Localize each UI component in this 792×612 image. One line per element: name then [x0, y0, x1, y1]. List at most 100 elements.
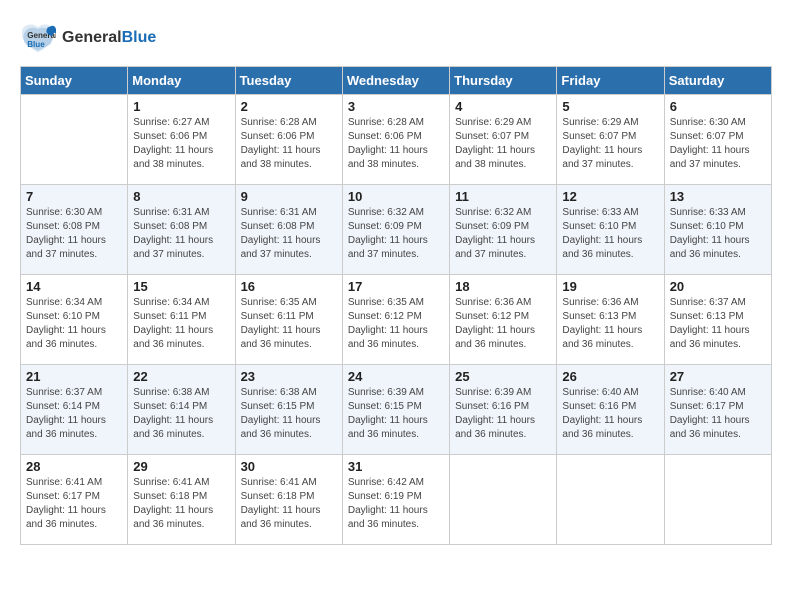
day-number: 16	[241, 279, 337, 294]
day-info: Sunrise: 6:33 AMSunset: 6:10 PMDaylight:…	[670, 206, 766, 262]
day-number: 23	[241, 369, 337, 384]
calendar-cell: 21Sunrise: 6:37 AMSunset: 6:14 PMDayligh…	[21, 365, 128, 455]
day-info: Sunrise: 6:34 AMSunset: 6:11 PMDaylight:…	[133, 296, 229, 352]
calendar-week-4: 21Sunrise: 6:37 AMSunset: 6:14 PMDayligh…	[21, 365, 772, 455]
day-info: Sunrise: 6:32 AMSunset: 6:09 PMDaylight:…	[455, 206, 551, 262]
calendar-cell: 11 Sunrise: 6:32 AMSunset: 6:09 PMDayligh…	[450, 185, 557, 275]
calendar-cell: 4 Sunrise: 6:29 AMSunset: 6:07 PMDaylight…	[450, 95, 557, 185]
day-info: Sunrise: 6:31 AMSunset: 6:08 PMDaylight:…	[241, 206, 337, 262]
calendar-cell: 6 Sunrise: 6:30 AMSunset: 6:07 PMDaylight…	[664, 95, 771, 185]
calendar-table: SundayMondayTuesdayWednesdayThursdayFrid…	[20, 66, 772, 545]
calendar-cell: 7 Sunrise: 6:30 AMSunset: 6:08 PMDaylight…	[21, 185, 128, 275]
day-info: Sunrise: 6:28 AMSunset: 6:06 PMDaylight:…	[241, 116, 337, 172]
day-info: Sunrise: 6:41 AMSunset: 6:18 PMDaylight:…	[241, 476, 337, 532]
page-header: General Blue GeneralBlue	[20, 20, 772, 56]
day-number: 15	[133, 279, 229, 294]
calendar-cell: 19 Sunrise: 6:36 AMSunset: 6:13 PMDayligh…	[557, 275, 664, 365]
day-info: Sunrise: 6:40 AMSunset: 6:16 PMDaylight:…	[562, 386, 658, 442]
calendar-cell: 18 Sunrise: 6:36 AMSunset: 6:12 PMDayligh…	[450, 275, 557, 365]
day-number: 18	[455, 279, 551, 294]
calendar-cell	[664, 455, 771, 545]
calendar-cell: 8 Sunrise: 6:31 AMSunset: 6:08 PMDaylight…	[128, 185, 235, 275]
day-info: Sunrise: 6:27 AMSunset: 6:06 PMDaylight:…	[133, 116, 229, 172]
day-info: Sunrise: 6:30 AMSunset: 6:08 PMDaylight:…	[26, 206, 122, 262]
day-info: Sunrise: 6:36 AMSunset: 6:12 PMDaylight:…	[455, 296, 551, 352]
calendar-cell: 29 Sunrise: 6:41 AMSunset: 6:18 PMDayligh…	[128, 455, 235, 545]
calendar-cell: 9 Sunrise: 6:31 AMSunset: 6:08 PMDaylight…	[235, 185, 342, 275]
day-info: Sunrise: 6:31 AMSunset: 6:08 PMDaylight:…	[133, 206, 229, 262]
day-number: 1	[133, 99, 229, 114]
calendar-cell: 25 Sunrise: 6:39 AMSunset: 6:16 PMDayligh…	[450, 365, 557, 455]
day-number: 11	[455, 189, 551, 204]
header-monday: Monday	[128, 67, 235, 95]
day-number: 20	[670, 279, 766, 294]
calendar-cell	[450, 455, 557, 545]
day-info: Sunrise: 6:34 AMSunset: 6:10 PMDaylight:…	[26, 296, 122, 352]
header-thursday: Thursday	[450, 67, 557, 95]
day-info: Sunrise: 6:37 AMSunset: 6:13 PMDaylight:…	[670, 296, 766, 352]
header-saturday: Saturday	[664, 67, 771, 95]
calendar-cell: 13Sunrise: 6:33 AMSunset: 6:10 PMDayligh…	[664, 185, 771, 275]
calendar-week-3: 14 Sunrise: 6:34 AMSunset: 6:10 PMDayligh…	[21, 275, 772, 365]
day-number: 6	[670, 99, 766, 114]
day-info: Sunrise: 6:32 AMSunset: 6:09 PMDaylight:…	[348, 206, 444, 262]
calendar-week-1: 1 Sunrise: 6:27 AMSunset: 6:06 PMDaylight…	[21, 95, 772, 185]
calendar-cell: 30 Sunrise: 6:41 AMSunset: 6:18 PMDayligh…	[235, 455, 342, 545]
calendar-cell	[21, 95, 128, 185]
logo-text: GeneralBlue	[62, 29, 156, 47]
day-number: 26	[562, 369, 658, 384]
day-number: 9	[241, 189, 337, 204]
calendar-cell: 5Sunrise: 6:29 AMSunset: 6:07 PMDaylight…	[557, 95, 664, 185]
day-info: Sunrise: 6:42 AMSunset: 6:19 PMDaylight:…	[348, 476, 444, 532]
day-number: 17	[348, 279, 444, 294]
header-friday: Friday	[557, 67, 664, 95]
calendar-week-2: 7 Sunrise: 6:30 AMSunset: 6:08 PMDaylight…	[21, 185, 772, 275]
day-info: Sunrise: 6:36 AMSunset: 6:13 PMDaylight:…	[562, 296, 658, 352]
day-number: 14	[26, 279, 122, 294]
day-number: 31	[348, 459, 444, 474]
calendar-cell: 28Sunrise: 6:41 AMSunset: 6:17 PMDayligh…	[21, 455, 128, 545]
calendar-cell: 26 Sunrise: 6:40 AMSunset: 6:16 PMDayligh…	[557, 365, 664, 455]
day-info: Sunrise: 6:33 AMSunset: 6:10 PMDaylight:…	[562, 206, 658, 262]
calendar-cell: 12Sunrise: 6:33 AMSunset: 6:10 PMDayligh…	[557, 185, 664, 275]
day-number: 24	[348, 369, 444, 384]
svg-text:Blue: Blue	[27, 40, 45, 49]
day-info: Sunrise: 6:40 AMSunset: 6:17 PMDaylight:…	[670, 386, 766, 442]
calendar-cell: 23 Sunrise: 6:38 AMSunset: 6:15 PMDayligh…	[235, 365, 342, 455]
day-number: 2	[241, 99, 337, 114]
day-number: 30	[241, 459, 337, 474]
day-info: Sunrise: 6:29 AMSunset: 6:07 PMDaylight:…	[562, 116, 658, 172]
day-number: 25	[455, 369, 551, 384]
day-number: 28	[26, 459, 122, 474]
calendar-cell: 15 Sunrise: 6:34 AMSunset: 6:11 PMDayligh…	[128, 275, 235, 365]
day-info: Sunrise: 6:28 AMSunset: 6:06 PMDaylight:…	[348, 116, 444, 172]
day-info: Sunrise: 6:41 AMSunset: 6:18 PMDaylight:…	[133, 476, 229, 532]
day-number: 7	[26, 189, 122, 204]
calendar-cell: 10Sunrise: 6:32 AMSunset: 6:09 PMDayligh…	[342, 185, 449, 275]
header-tuesday: Tuesday	[235, 67, 342, 95]
calendar-cell: 17Sunrise: 6:35 AMSunset: 6:12 PMDayligh…	[342, 275, 449, 365]
day-number: 29	[133, 459, 229, 474]
day-info: Sunrise: 6:39 AMSunset: 6:16 PMDaylight:…	[455, 386, 551, 442]
day-info: Sunrise: 6:30 AMSunset: 6:07 PMDaylight:…	[670, 116, 766, 172]
day-info: Sunrise: 6:39 AMSunset: 6:15 PMDaylight:…	[348, 386, 444, 442]
day-info: Sunrise: 6:29 AMSunset: 6:07 PMDaylight:…	[455, 116, 551, 172]
calendar-week-5: 28Sunrise: 6:41 AMSunset: 6:17 PMDayligh…	[21, 455, 772, 545]
day-info: Sunrise: 6:38 AMSunset: 6:15 PMDaylight:…	[241, 386, 337, 442]
calendar-cell: 22Sunrise: 6:38 AMSunset: 6:14 PMDayligh…	[128, 365, 235, 455]
day-number: 4	[455, 99, 551, 114]
calendar-cell: 2 Sunrise: 6:28 AMSunset: 6:06 PMDaylight…	[235, 95, 342, 185]
header-wednesday: Wednesday	[342, 67, 449, 95]
calendar-cell: 20 Sunrise: 6:37 AMSunset: 6:13 PMDayligh…	[664, 275, 771, 365]
day-number: 19	[562, 279, 658, 294]
calendar-cell: 14 Sunrise: 6:34 AMSunset: 6:10 PMDayligh…	[21, 275, 128, 365]
day-number: 8	[133, 189, 229, 204]
calendar-cell	[557, 455, 664, 545]
header-sunday: Sunday	[21, 67, 128, 95]
day-info: Sunrise: 6:35 AMSunset: 6:11 PMDaylight:…	[241, 296, 337, 352]
day-number: 22	[133, 369, 229, 384]
calendar-cell: 1 Sunrise: 6:27 AMSunset: 6:06 PMDaylight…	[128, 95, 235, 185]
day-info: Sunrise: 6:37 AMSunset: 6:14 PMDaylight:…	[26, 386, 122, 442]
calendar-cell: 3Sunrise: 6:28 AMSunset: 6:06 PMDaylight…	[342, 95, 449, 185]
calendar-cell: 27Sunrise: 6:40 AMSunset: 6:17 PMDayligh…	[664, 365, 771, 455]
